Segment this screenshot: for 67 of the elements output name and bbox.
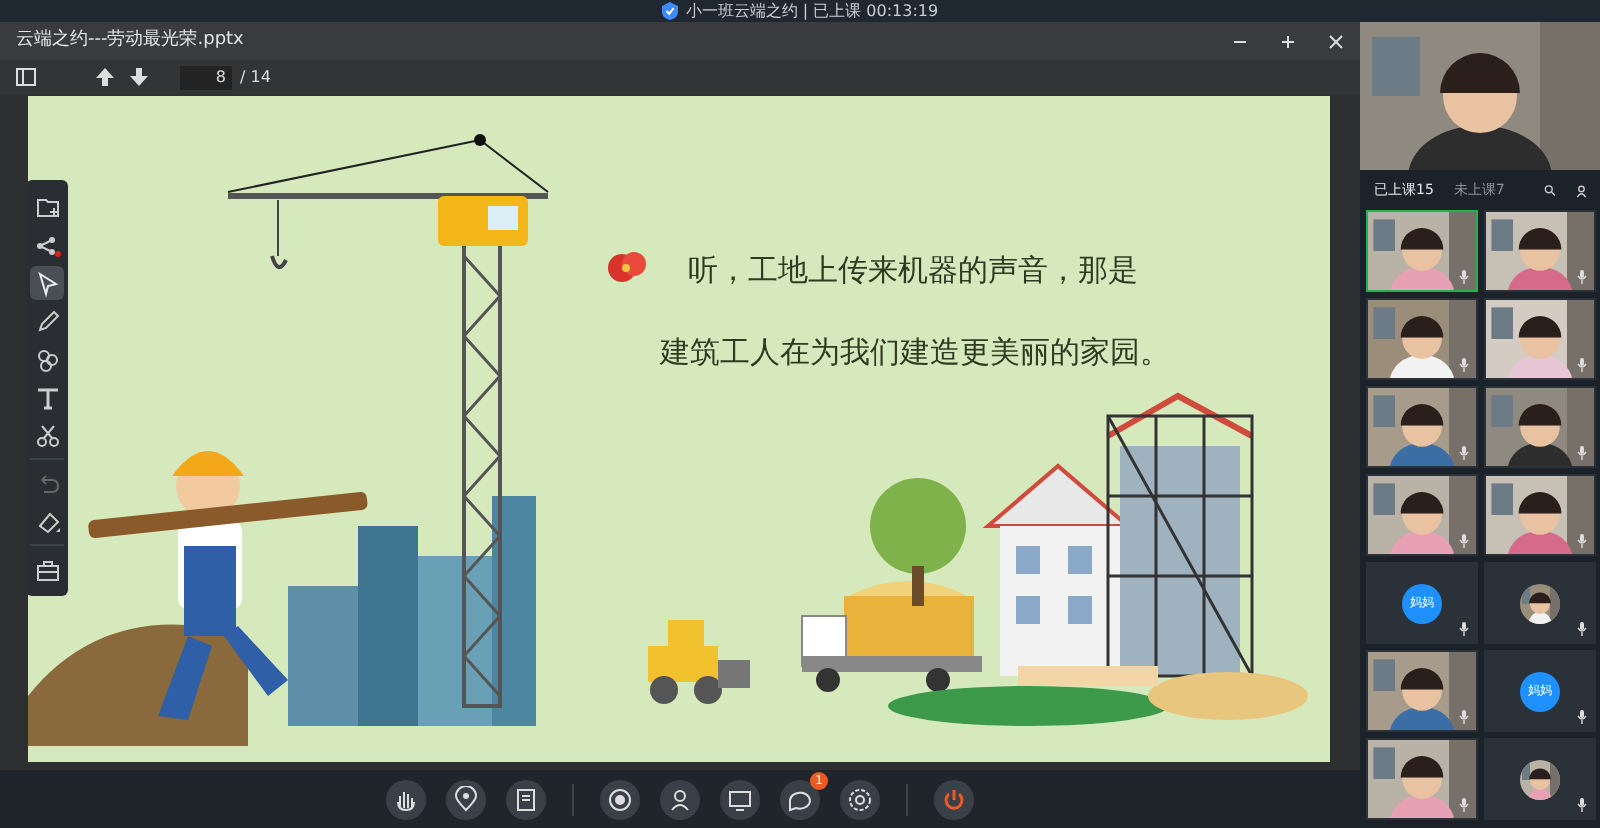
pencil-icon xyxy=(33,307,61,335)
participant-tile[interactable] xyxy=(1366,298,1478,380)
microphone-icon xyxy=(1458,358,1470,372)
scissors-icon xyxy=(33,421,61,449)
document-title: 云端之约---劳动最光荣.pptx xyxy=(16,27,244,54)
page-total: / 14 xyxy=(240,65,271,89)
microphone-icon xyxy=(1458,446,1470,460)
location-icon xyxy=(452,785,480,813)
participant-tile[interactable] xyxy=(1366,210,1478,292)
shapes-icon xyxy=(33,345,61,373)
microphone-icon xyxy=(1458,710,1470,724)
participant-tile[interactable] xyxy=(1366,650,1478,732)
microphone-icon xyxy=(1576,270,1588,284)
eraser-icon xyxy=(33,507,61,535)
participant-tile[interactable] xyxy=(1484,738,1596,820)
app-title: 小一班云端之约 | 已上课 00:13:19 xyxy=(685,0,939,22)
pointer-tool-button[interactable] xyxy=(30,266,64,300)
bulldozer-drawing xyxy=(648,620,750,704)
arrow-down-icon[interactable] xyxy=(130,68,148,86)
record-icon xyxy=(606,785,634,813)
location-button[interactable] xyxy=(446,779,486,819)
participant-tile[interactable] xyxy=(1484,298,1596,380)
participant-tile[interactable] xyxy=(1484,562,1596,644)
members-icon xyxy=(666,785,694,813)
participant-tile[interactable] xyxy=(1366,738,1478,820)
member-icon[interactable] xyxy=(1575,181,1588,199)
microphone-icon xyxy=(1576,622,1588,636)
screen-share-icon xyxy=(726,785,754,813)
microphone-icon xyxy=(1576,446,1588,460)
notes-button[interactable] xyxy=(506,779,546,819)
power-icon xyxy=(940,785,968,813)
microphone-icon xyxy=(1576,710,1588,724)
notes-icon xyxy=(512,785,540,813)
shield-icon xyxy=(661,2,678,20)
pointer-icon xyxy=(33,269,61,297)
microphone-icon xyxy=(1576,534,1588,548)
slide-text: 听，工地上传来机器的声音，那是 xyxy=(688,250,1138,292)
participant-tile[interactable] xyxy=(1484,210,1596,292)
record-button[interactable] xyxy=(600,779,640,819)
folder-add-icon xyxy=(33,193,61,221)
participant-tile[interactable] xyxy=(1484,474,1596,556)
microphone-icon xyxy=(1458,270,1470,284)
participant-tile[interactable] xyxy=(1484,386,1596,468)
participant-tile[interactable] xyxy=(1366,386,1478,468)
power-button[interactable] xyxy=(934,779,974,819)
share-icon xyxy=(33,231,61,259)
text-tool-icon xyxy=(33,383,61,411)
screen-share-button[interactable] xyxy=(720,779,760,819)
search-icon[interactable] xyxy=(1544,182,1556,198)
tree-drawing xyxy=(870,478,966,606)
sidebar-toggle-icon[interactable] xyxy=(16,68,36,86)
microphone-icon xyxy=(1576,798,1588,812)
microphone-icon xyxy=(1458,798,1470,812)
close-icon[interactable] xyxy=(1328,33,1344,49)
microphone-icon xyxy=(1458,534,1470,548)
participant-tile[interactable] xyxy=(1366,474,1478,556)
members-button[interactable] xyxy=(660,779,700,819)
slide-text: 建筑工人在为我们建造更美丽的家园。 xyxy=(660,332,1170,374)
settings-icon xyxy=(846,785,874,813)
microphone-icon xyxy=(1458,622,1470,636)
flower-icon xyxy=(608,252,646,282)
raise-hand-button[interactable] xyxy=(386,779,426,819)
settings-button[interactable] xyxy=(840,779,880,819)
arrow-up-icon[interactable] xyxy=(96,68,114,86)
page-field[interactable]: 8 xyxy=(180,65,232,89)
microphone-icon xyxy=(1576,358,1588,372)
toolbox-icon xyxy=(33,555,61,583)
